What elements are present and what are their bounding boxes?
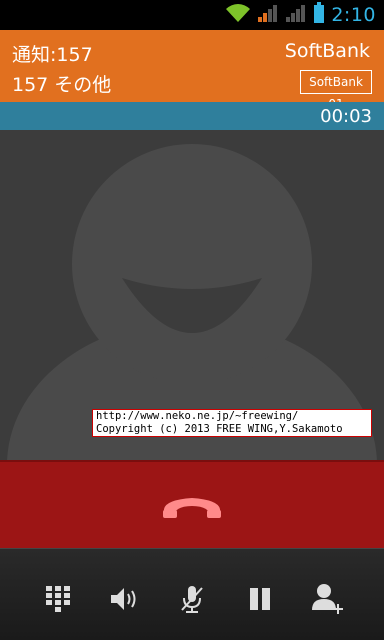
add-call-button[interactable] xyxy=(308,579,348,619)
battery-icon xyxy=(313,2,325,28)
call-duration: 00:03 xyxy=(320,106,372,127)
caller-header: 通知:157 157 その他 SoftBank SoftBank 01 xyxy=(0,30,384,111)
carrier-label: SoftBank xyxy=(284,40,370,62)
sim-badge: SoftBank 01 xyxy=(300,70,372,111)
in-call-controls xyxy=(0,548,384,640)
mute-button[interactable] xyxy=(172,579,212,619)
call-timer-bar: 00:03 xyxy=(0,102,384,130)
end-call-area xyxy=(0,460,384,548)
dialpad-button[interactable] xyxy=(38,579,78,619)
end-call-button[interactable] xyxy=(152,486,232,526)
status-time: 2:10 xyxy=(331,4,376,26)
pause-icon xyxy=(250,588,270,610)
mute-icon xyxy=(181,586,203,613)
caller-number: 157 その他 xyxy=(12,74,112,96)
watermark-url: http://www.neko.ne.jp/~freewing/ xyxy=(96,410,299,422)
hold-button[interactable] xyxy=(240,579,280,619)
watermark-copyright: Copyright (c) 2013 FREE WING,Y.Sakamoto xyxy=(96,423,343,435)
speaker-button[interactable] xyxy=(104,579,144,619)
hang-up-icon xyxy=(163,498,221,518)
dialpad-icon xyxy=(46,586,70,612)
status-bar: 2:10 xyxy=(0,0,384,30)
status-icons: 2:10 xyxy=(225,2,376,28)
copyright-watermark: http://www.neko.ne.jp/~freewing/Copyrigh… xyxy=(92,409,372,437)
signal-icon xyxy=(285,3,307,27)
speaker-icon xyxy=(111,588,136,610)
caller-name: 通知:157 xyxy=(12,44,93,66)
wifi-icon xyxy=(225,3,251,27)
signal-icon xyxy=(257,3,279,27)
add-call-icon xyxy=(312,584,343,614)
